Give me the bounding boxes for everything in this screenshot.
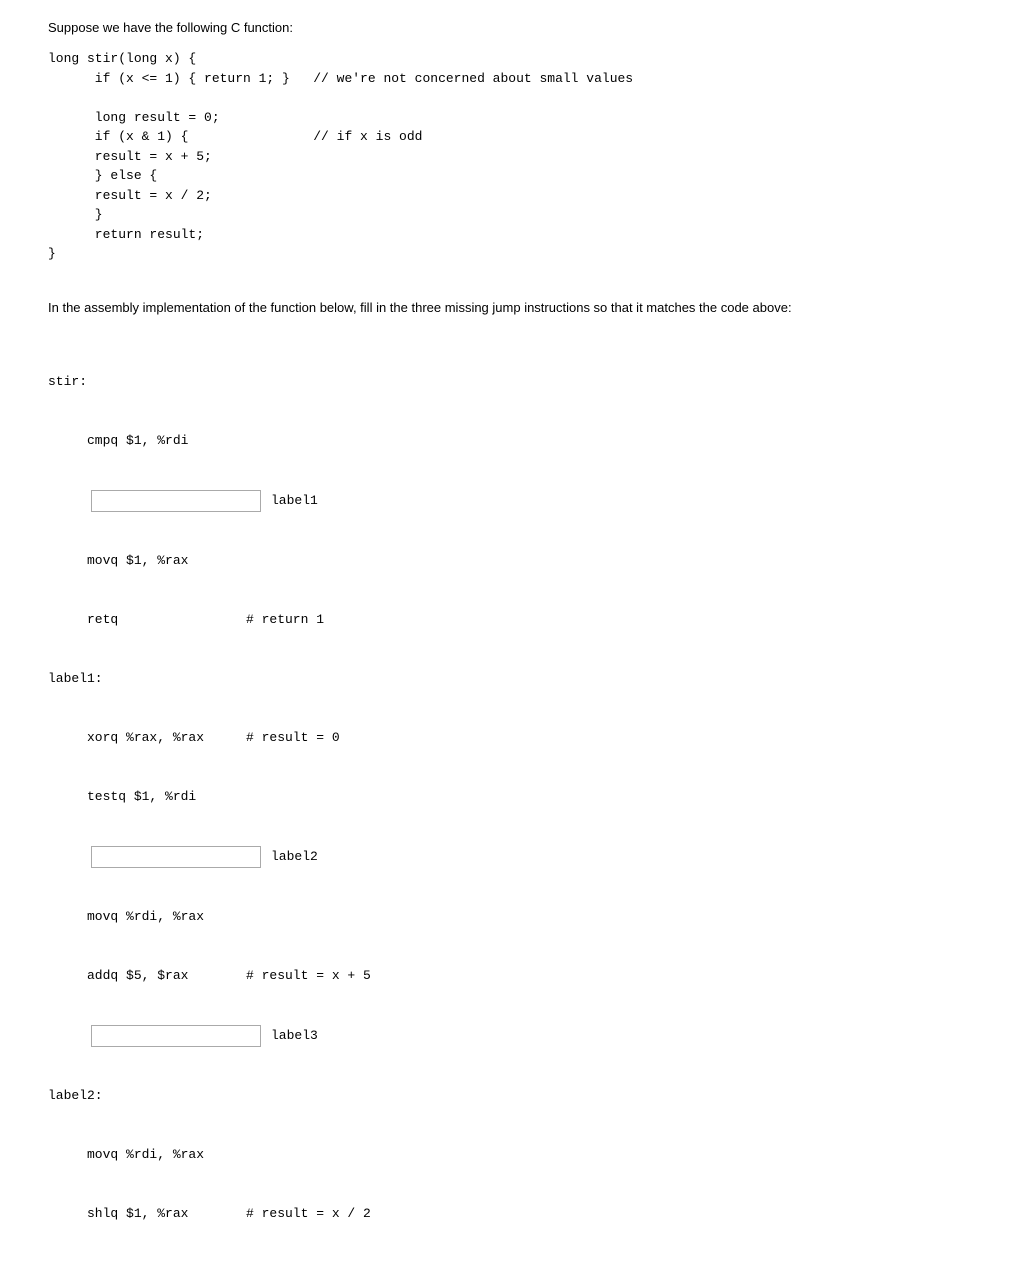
asm-instr-addq: addq $5, $rax [48,966,238,986]
blank-input-1[interactable] [91,490,261,512]
blank-input-2[interactable] [91,846,261,868]
asm-instr-cmpq: cmpq $1, %rdi [48,431,238,451]
asm-label-stir: stir: [48,372,238,392]
asm-instr-testq: testq $1, %rdi [48,787,238,807]
intro-text: Suppose we have the following C function… [48,20,1036,35]
asm-comment-result0: # result = 0 [246,728,340,748]
asm-label1: label1: [48,669,238,689]
assembly-block: stir: cmpq $1, %rdi label1 movq $1, %rax… [48,333,1036,1266]
asm-instr-movq1: movq $1, %rax [48,551,238,571]
asm-comment-xplus5: # result = x + 5 [246,966,371,986]
blank3-target: label3 [271,1026,318,1046]
asm-label3: label3: [48,1263,238,1266]
asm-instr-retq1: retq [48,610,238,630]
asm-instr-shlq: shlq $1, %rax [48,1204,238,1224]
asm-instr-movq3: movq %rdi, %rax [48,1145,238,1165]
asm-label2: label2: [48,1086,238,1106]
asm-comment-return1: # return 1 [246,610,324,630]
asm-instr-xorq: xorq %rax, %rax [48,728,238,748]
c-code-block: long stir(long x) { if (x <= 1) { return… [48,49,1036,264]
asm-comment-xdiv2: # result = x / 2 [246,1204,371,1224]
blank-input-3[interactable] [91,1025,261,1047]
asm-instr-movq2: movq %rdi, %rax [48,907,238,927]
blank1-target: label1 [271,491,318,511]
blank2-target: label2 [271,847,318,867]
instruction-text: In the assembly implementation of the fu… [48,300,1036,315]
